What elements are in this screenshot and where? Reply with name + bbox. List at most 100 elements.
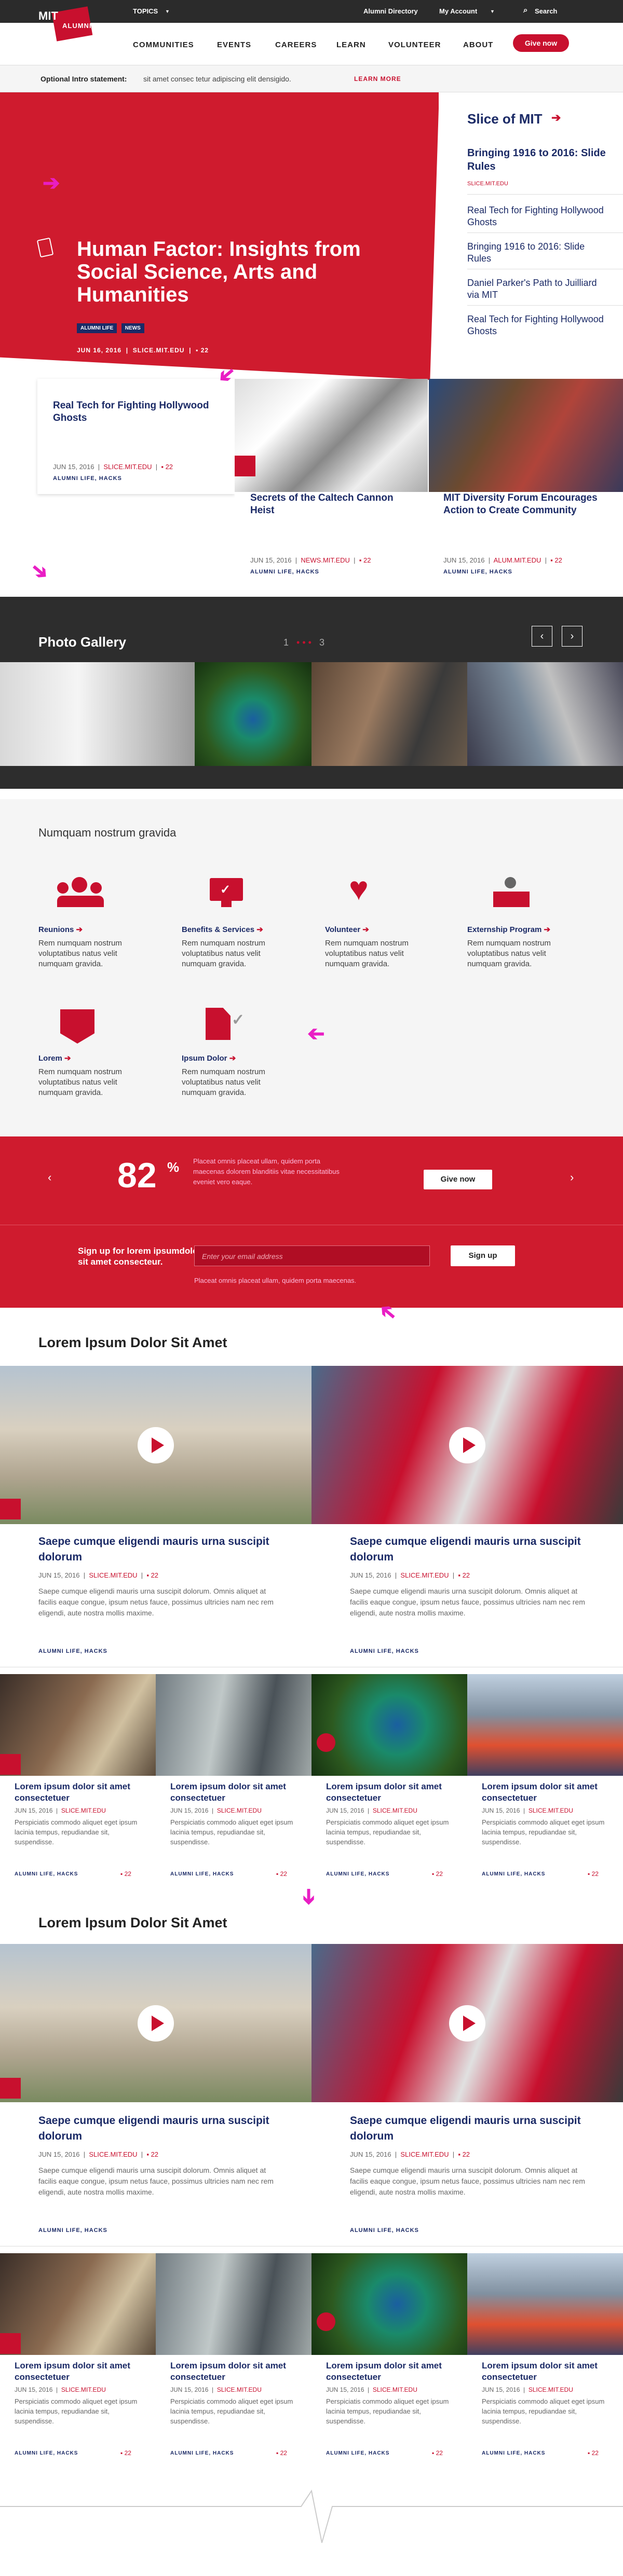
card-title[interactable]: MIT Diversity Forum Encourages Action to…: [443, 492, 615, 517]
feature-title[interactable]: Saepe cumque eligendi mauris urna suscip…: [38, 1534, 303, 1565]
feature-title[interactable]: Saepe cumque eligendi mauris urna suscip…: [350, 1534, 615, 1565]
small-card-title[interactable]: Lorem ipsum dolor sit amet consectetuer: [170, 2360, 310, 2383]
topics-menu[interactable]: TOPICS: [133, 7, 158, 15]
service-volunteer-link[interactable]: Volunteer ➔: [325, 925, 369, 934]
gallery-photo-building[interactable]: [467, 662, 623, 766]
small-card-categories[interactable]: ALUMNI LIFE, HACKS: [326, 2450, 389, 2456]
service-benefits-link[interactable]: Benefits & Services ➔: [182, 925, 263, 934]
give-now-button[interactable]: Give now: [513, 34, 569, 52]
gallery-next-button[interactable]: ›: [562, 626, 583, 647]
carousel-prev-icon[interactable]: ‹: [48, 1171, 51, 1184]
small-card-categories[interactable]: ALUMNI LIFE, HACKS: [482, 2450, 545, 2456]
gallery-photo-lab[interactable]: [312, 662, 467, 766]
card-title[interactable]: Secrets of the Caltech Cannon Heist: [250, 492, 406, 517]
slice-item-4[interactable]: Daniel Parker's Path to Juilliard via MI…: [467, 277, 607, 301]
small-card-categories[interactable]: ALUMNI LIFE, HACKS: [482, 1871, 545, 1877]
gallery-prev-button[interactable]: ‹: [532, 626, 552, 647]
card-categories[interactable]: ALUMNI LIFE, HACKS: [443, 569, 512, 575]
gallery-pagination[interactable]: 1 • • • 3: [283, 637, 324, 648]
card-categories[interactable]: ALUMNI LIFE, HACKS: [250, 569, 319, 575]
play-icon[interactable]: [138, 2005, 174, 2041]
small-image-crowd[interactable]: [467, 1674, 623, 1776]
cannon-engraving-image[interactable]: [235, 379, 428, 492]
card-title[interactable]: Real Tech for Fighting Hollywood Ghosts: [53, 400, 214, 424]
gallery-page-3[interactable]: 3: [319, 637, 324, 648]
nav-communities[interactable]: COMMUNITIES: [133, 40, 194, 49]
small-card-title[interactable]: Lorem ipsum dolor sit amet consectetuer: [482, 2360, 622, 2383]
feature-categories[interactable]: ALUMNI LIFE, HACKS: [38, 2227, 107, 2234]
small-image-peacock[interactable]: [312, 2253, 467, 2355]
signup-button[interactable]: Sign up: [451, 1245, 515, 1266]
small-image-lab[interactable]: [156, 2253, 312, 2355]
nav-volunteer[interactable]: VOLUNTEER: [388, 40, 441, 49]
small-image-workshop[interactable]: [0, 2253, 156, 2355]
play-icon[interactable]: [138, 1427, 174, 1463]
story-card-3[interactable]: MIT Diversity Forum Encourages Action to…: [429, 492, 623, 588]
small-card-title[interactable]: Lorem ipsum dolor sit amet consectetuer: [15, 2360, 155, 2383]
diversity-forum-image[interactable]: [429, 379, 623, 492]
hero-source[interactable]: SLICE.MIT.EDU: [133, 347, 185, 354]
feature-source[interactable]: SLICE.MIT.EDU: [89, 2150, 137, 2158]
search-icon[interactable]: ⌕: [523, 6, 527, 15]
service-reunions-link[interactable]: Reunions ➔: [38, 925, 83, 934]
hero-title[interactable]: Human Factor: Insights from Social Scien…: [77, 238, 388, 306]
feature-title[interactable]: Saepe cumque eligendi mauris urna suscip…: [350, 2113, 615, 2144]
feature-source[interactable]: SLICE.MIT.EDU: [400, 2150, 449, 2158]
feature-source[interactable]: SLICE.MIT.EDU: [89, 1571, 137, 1579]
donate-give-now-button[interactable]: Give now: [424, 1170, 492, 1189]
feature-categories[interactable]: ALUMNI LIFE, HACKS: [350, 1648, 419, 1654]
gallery-photo-peacock[interactable]: [195, 662, 312, 766]
small-card-categories[interactable]: ALUMNI LIFE, HACKS: [170, 1871, 234, 1877]
gallery-page-1[interactable]: 1: [283, 637, 289, 648]
play-icon[interactable]: [449, 2005, 485, 2041]
feature-categories[interactable]: ALUMNI LIFE, HACKS: [38, 1648, 107, 1654]
small-card-title[interactable]: Lorem ipsum dolor sit amet consectetuer: [482, 1781, 622, 1804]
story-card-2[interactable]: Secrets of the Caltech Cannon Heist JUN …: [235, 492, 428, 588]
carousel-next-icon[interactable]: ›: [570, 1171, 574, 1184]
feature-source[interactable]: SLICE.MIT.EDU: [400, 1571, 449, 1579]
small-image-crowd[interactable]: [467, 2253, 623, 2355]
story-card-1[interactable]: Real Tech for Fighting Hollywood Ghosts …: [37, 379, 235, 494]
card-categories[interactable]: ALUMNI LIFE, HACKS: [53, 475, 122, 482]
learn-more-link[interactable]: LEARN MORE: [354, 75, 401, 83]
small-image-workshop[interactable]: [0, 1674, 156, 1776]
card-source[interactable]: ALUM.MIT.EDU: [494, 556, 541, 564]
card-source[interactable]: SLICE.MIT.EDU: [103, 463, 152, 471]
service-externship-link[interactable]: Externship Program ➔: [467, 925, 550, 934]
slice-item-2[interactable]: Real Tech for Fighting Hollywood Ghosts: [467, 204, 607, 228]
slice-item-1[interactable]: Bringing 1916 to 2016: Slide Rules: [467, 146, 607, 173]
slice-item-5[interactable]: Real Tech for Fighting Hollywood Ghosts: [467, 313, 607, 337]
small-card-categories[interactable]: ALUMNI LIFE, HACKS: [326, 1871, 389, 1877]
small-image-lab[interactable]: [156, 1674, 312, 1776]
email-input[interactable]: Enter your email address: [194, 1245, 430, 1266]
my-account-menu[interactable]: My Account: [439, 7, 477, 15]
small-card-categories[interactable]: ALUMNI LIFE, HACKS: [15, 1871, 78, 1877]
feature-title[interactable]: Saepe cumque eligendi mauris urna suscip…: [38, 2113, 303, 2144]
slice-title[interactable]: Slice of MIT: [467, 111, 542, 127]
slice-item-1-source[interactable]: SLICE.MIT.EDU: [467, 181, 508, 187]
small-card-categories[interactable]: ALUMNI LIFE, HACKS: [170, 2450, 234, 2456]
tag-news[interactable]: NEWS: [121, 323, 144, 333]
small-card-title[interactable]: Lorem ipsum dolor sit amet consectetuer: [326, 1781, 466, 1804]
service-lorem-link[interactable]: Lorem ➔: [38, 1053, 71, 1063]
hero-banner[interactable]: [0, 92, 439, 380]
small-image-peacock[interactable]: [312, 1674, 467, 1776]
small-card-title[interactable]: Lorem ipsum dolor sit amet consectetuer: [170, 1781, 310, 1804]
feature-categories[interactable]: ALUMNI LIFE, HACKS: [350, 2227, 419, 2234]
service-ipsum-dolor-link[interactable]: Ipsum Dolor ➔: [182, 1053, 236, 1063]
card-source[interactable]: NEWS.MIT.EDU: [301, 556, 350, 564]
nav-learn[interactable]: LEARN: [336, 40, 366, 49]
mit-alumni-logo[interactable]: MIT ALUMNI: [38, 5, 93, 46]
small-card-title[interactable]: Lorem ipsum dolor sit amet consectetuer: [15, 1781, 155, 1804]
small-card-categories[interactable]: ALUMNI LIFE, HACKS: [15, 2450, 78, 2456]
tag-alumni-life[interactable]: ALUMNI LIFE: [77, 323, 117, 333]
small-card-title[interactable]: Lorem ipsum dolor sit amet consectetuer: [326, 2360, 466, 2383]
nav-about[interactable]: ABOUT: [463, 40, 493, 49]
slice-item-3[interactable]: Bringing 1916 to 2016: Slide Rules: [467, 241, 607, 265]
play-icon[interactable]: [449, 1427, 485, 1463]
nav-careers[interactable]: CAREERS: [275, 40, 317, 49]
search-link[interactable]: Search: [535, 7, 557, 15]
nav-events[interactable]: EVENTS: [217, 40, 251, 49]
alumni-directory-link[interactable]: Alumni Directory: [363, 7, 418, 15]
gallery-photo-whiteboard[interactable]: [0, 662, 195, 766]
